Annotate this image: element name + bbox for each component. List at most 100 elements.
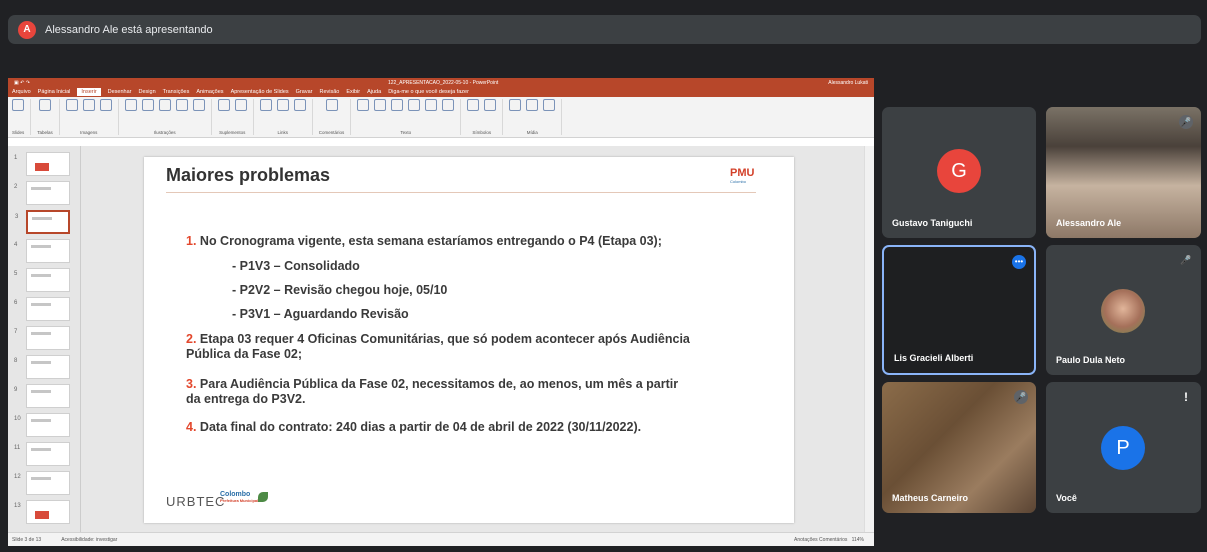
mic-muted-icon: 🎤: [1179, 115, 1193, 129]
screenshot-icon[interactable]: [82, 99, 95, 111]
date-time-icon[interactable]: [408, 99, 421, 111]
my-addins-icon[interactable]: [234, 99, 247, 111]
textbox-icon[interactable]: [357, 99, 370, 111]
pmu-logo: PMU Colombo: [730, 167, 755, 184]
ribbon-group-midia: Mídia: [509, 99, 563, 135]
slide-thumbnail[interactable]: 6: [14, 297, 70, 321]
ribbon-group-slides: Slides: [12, 99, 32, 135]
tab-design[interactable]: Design: [139, 89, 156, 95]
ppt-status-bar: Slide 3 de 13 Acessibilidade: investigar…: [8, 532, 874, 546]
participant-name: Alessandro Ale: [1056, 218, 1122, 228]
link-icon[interactable]: [276, 99, 289, 111]
symbol-icon[interactable]: [484, 99, 497, 111]
zoom-level[interactable]: 114%: [852, 537, 864, 543]
presenting-banner: A Alessandro Ale está apresentando: [8, 15, 1201, 44]
tab-exibir[interactable]: Exibir: [346, 89, 360, 95]
participant-name: Matheus Carneiro: [892, 493, 969, 503]
audio-icon[interactable]: [526, 99, 539, 111]
vertical-scrollbar[interactable]: [864, 146, 874, 532]
slide-thumbnail[interactable]: 4: [14, 239, 70, 263]
subitem-1: - P1V3 – Consolidado: [232, 259, 360, 273]
slide-thumbnail[interactable]: 13: [14, 500, 70, 524]
action-icon[interactable]: [293, 99, 306, 111]
participant-tile[interactable]: ! P Você: [1046, 382, 1201, 513]
mic-muted-icon: 🎤: [1180, 254, 1192, 265]
object-icon[interactable]: [442, 99, 455, 111]
status-right: Anotações Comentários 114%: [794, 537, 864, 543]
tab-transicoes[interactable]: Transições: [163, 89, 190, 95]
notes-comments-buttons[interactable]: Anotações Comentários: [794, 537, 847, 543]
slide-thumbnail[interactable]: 11: [14, 442, 70, 466]
icons-icon[interactable]: [141, 99, 154, 111]
ppt-save-icon[interactable]: ▣ ↶ ↷: [14, 80, 30, 86]
tab-gravar[interactable]: Gravar: [296, 89, 313, 95]
image-icon[interactable]: [65, 99, 78, 111]
smartart-icon[interactable]: [175, 99, 188, 111]
list-item-1: 1. No Cronograma vigente, esta semana es…: [186, 234, 662, 248]
video-icon[interactable]: [509, 99, 522, 111]
ribbon-group-links: Links: [259, 99, 313, 135]
zoom-icon[interactable]: [259, 99, 272, 111]
ribbon-group-comentarios: Comentários: [319, 99, 352, 135]
presenter-avatar: A: [18, 20, 36, 39]
chart-icon[interactable]: [192, 99, 205, 111]
header-footer-icon[interactable]: [374, 99, 387, 111]
screen-recording-icon[interactable]: [543, 99, 556, 111]
list-item-4: 4. Data final do contrato: 240 dias a pa…: [186, 420, 642, 434]
3d-models-icon[interactable]: [158, 99, 171, 111]
tab-pagina-inicial[interactable]: Página Inicial: [38, 89, 71, 95]
participant-tile[interactable]: G Gustavo Taniguchi: [882, 107, 1036, 238]
list-item-3: 3. Para Audiência Pública da Fase 02, ne…: [186, 377, 679, 406]
tab-animacoes[interactable]: Animações: [196, 89, 223, 95]
ribbon-group-simbolos: Símbolos: [467, 99, 504, 135]
table-icon[interactable]: [39, 99, 52, 111]
subitem-3: - P3V1 – Aguardando Revisão: [232, 307, 409, 321]
participant-name: Gustavo Taniguchi: [892, 218, 973, 228]
addins-icon[interactable]: [217, 99, 230, 111]
wordart-icon[interactable]: [391, 99, 404, 111]
slide-thumbnail[interactable]: 7: [14, 326, 70, 350]
tell-me-search[interactable]: Diga-me o que você deseja fazer: [388, 89, 469, 95]
tab-ajuda[interactable]: Ajuda: [367, 89, 381, 95]
tab-desenhar[interactable]: Desenhar: [108, 89, 132, 95]
ribbon-group-imagens: Imagens: [65, 99, 119, 135]
tab-revisao[interactable]: Revisão: [319, 89, 339, 95]
slide-thumbnail[interactable]: 9: [14, 384, 70, 408]
album-icon[interactable]: [99, 99, 112, 111]
tab-apresentacao[interactable]: Apresentação de Slides: [231, 89, 289, 95]
more-options-icon[interactable]: •••: [1012, 255, 1026, 269]
ppt-user: Alessandro Lukati: [828, 79, 868, 86]
slide-thumbnail[interactable]: 8: [14, 355, 70, 379]
accessibility-status[interactable]: Acessibilidade: investigar: [61, 537, 117, 543]
participant-tile[interactable]: 🎤 Paulo Dula Neto: [1046, 245, 1201, 375]
slide-number-icon[interactable]: [425, 99, 438, 111]
participant-name: Paulo Dula Neto: [1056, 355, 1126, 365]
tab-inserir[interactable]: Inserir: [77, 88, 101, 96]
current-slide: Maiores problemas PMU Colombo 1. No Crono…: [144, 157, 794, 523]
ppt-ribbon: Slides Tabelas Imagens Ilustrações Suple…: [8, 97, 874, 138]
equation-icon[interactable]: [467, 99, 480, 111]
slide-thumbnail[interactable]: 12: [14, 471, 70, 495]
comment-icon[interactable]: [325, 99, 338, 111]
shapes-icon[interactable]: [124, 99, 137, 111]
slide-thumbnail-selected[interactable]: 3: [15, 210, 70, 234]
participant-tile[interactable]: ••• Lis Gracieli Alberti: [882, 245, 1036, 375]
subitem-2: - P2V2 – Revisão chegou hoje, 05/10: [232, 283, 448, 297]
alert-icon: !: [1184, 390, 1188, 404]
slide-counter: Slide 3 de 13: [12, 536, 42, 543]
participant-tile[interactable]: 🎤 Matheus Carneiro: [882, 382, 1036, 513]
ppt-ribbon-tabs: Arquivo Página Inicial Inserir Desenhar …: [8, 87, 874, 97]
participant-name: Lis Gracieli Alberti: [894, 353, 974, 363]
presenting-text: Alessandro Ale está apresentando: [45, 23, 213, 36]
ribbon-group-texto: Texto: [357, 99, 462, 135]
new-slide-icon[interactable]: [12, 99, 25, 111]
slide-thumbnail[interactable]: 2: [14, 181, 70, 205]
participant-tile[interactable]: 🎤 Alessandro Ale: [1046, 107, 1201, 238]
tab-arquivo[interactable]: Arquivo: [12, 89, 31, 95]
slide-thumbnail[interactable]: 10: [14, 413, 70, 437]
slide-title: Maiores problemas: [166, 165, 331, 185]
participant-name: Você: [1056, 493, 1077, 503]
ribbon-group-ilustracoes: Ilustrações: [124, 99, 212, 135]
slide-thumbnail[interactable]: 5: [14, 268, 70, 292]
slide-thumbnail[interactable]: 1: [14, 152, 70, 176]
